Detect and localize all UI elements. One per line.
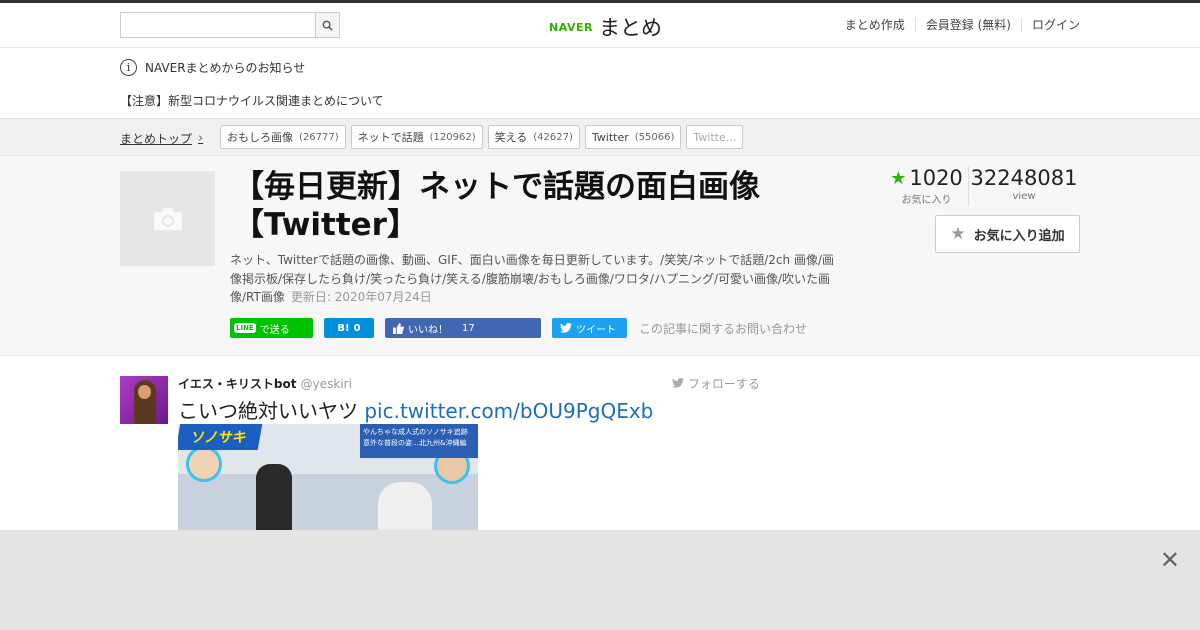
star-outline-icon: ★ xyxy=(950,224,966,244)
article-thumbnail xyxy=(120,171,215,266)
article-header: 【毎日更新】ネットで話題の面白画像【Twitter】 ネット、Twitterで話… xyxy=(0,156,1200,356)
image-inset-left xyxy=(186,446,222,482)
search-icon xyxy=(322,20,333,31)
hatena-count: 0 xyxy=(353,322,361,334)
hatena-icon: B! xyxy=(337,322,350,334)
updated-date: 更新日: 2020年07月24日 xyxy=(290,290,432,304)
info-icon: i xyxy=(120,59,137,76)
site-logo[interactable]: NAVER まとめ xyxy=(549,12,662,42)
tag-label: Twitte... xyxy=(693,130,737,144)
breadcrumb-top-link[interactable]: まとめトップ › xyxy=(120,130,203,147)
facebook-like-count: 17 xyxy=(462,322,475,334)
notice-heading: i NAVERまとめからのお知らせ xyxy=(120,59,305,76)
tag-label: ネットで話題 xyxy=(357,131,424,144)
tag-label: Twitter xyxy=(591,130,629,144)
notice-area: i NAVERまとめからのお知らせ 【注意】新型コロナウイルス関連まとめについて xyxy=(0,48,1200,118)
twitter-bird-icon xyxy=(560,323,572,333)
logo-name: まとめ xyxy=(598,16,662,40)
add-favorite-button[interactable]: ★ お気に入り追加 xyxy=(935,215,1080,253)
image-caption: やんちゃな成人式のソノサキ追跡 意外な普段の姿…北九州&沖縄編 xyxy=(360,424,478,458)
tweet-label: ツイート xyxy=(576,324,616,336)
tweet-image-link[interactable]: pic.twitter.com/bOU9PgQExb xyxy=(364,399,653,423)
line-share-button[interactable]: LINE で送る xyxy=(230,318,313,338)
tag-count: (120962) xyxy=(429,131,476,143)
tweet-author[interactable]: イエス・キリストbot @yeskiri xyxy=(178,375,352,392)
register-link[interactable]: 会員登録 (無料) xyxy=(914,18,1021,32)
add-favorite-label: お気に入り追加 xyxy=(973,228,1065,244)
tag-count: (42627) xyxy=(533,131,573,143)
embedded-tweet: イエス・キリストbot @yeskiri フォローする こいつ絶対いいヤツ pi… xyxy=(0,356,1200,531)
tag-count: (26777) xyxy=(299,131,339,143)
create-matome-link[interactable]: まとめ作成 xyxy=(835,18,915,32)
tag-item[interactable]: ネットで話題 (120962) xyxy=(350,125,483,149)
follow-label: フォローする xyxy=(687,377,760,391)
contact-link[interactable]: この記事に関するお問い合わせ xyxy=(639,320,807,337)
image-person-left xyxy=(256,464,292,531)
close-icon[interactable]: ✕ xyxy=(1160,548,1180,572)
tag-label: おもしろ画像 xyxy=(227,131,293,144)
tag-label: 笑える xyxy=(494,131,528,144)
twitter-bird-icon xyxy=(672,377,684,388)
logo-brand: NAVER xyxy=(549,20,593,34)
breadcrumb: まとめトップ › おもしろ画像 (26777) ネットで話題 (120962) 笑え… xyxy=(0,118,1200,156)
tag-item[interactable]: 笑える (42627) xyxy=(487,125,580,149)
chevron-right-icon: › xyxy=(198,131,204,146)
tweet-author-handle: @yeskiri xyxy=(300,377,352,391)
tag-item[interactable]: Twitter (55066) xyxy=(584,125,682,149)
notice-title: NAVERまとめからのお知らせ xyxy=(145,61,306,75)
favorites-count: 1020 xyxy=(909,166,963,190)
views-count: 32248081 xyxy=(970,166,1078,190)
search-input[interactable] xyxy=(120,12,316,38)
avatar[interactable] xyxy=(120,376,168,424)
share-bar: LINE で送る B! 0 いいね！ 17 ツイート この記事に関するお問い合わせ xyxy=(230,318,807,338)
favorites-label: お気に入り xyxy=(901,195,952,206)
line-icon: LINE xyxy=(234,323,256,333)
search-button[interactable] xyxy=(315,12,340,38)
star-icon: ★ xyxy=(890,167,907,189)
avatar-face xyxy=(138,385,151,399)
ad-overlay: ✕ xyxy=(0,530,1200,630)
tag-list: おもしろ画像 (26777) ネットで話題 (120962) 笑える (42627) … xyxy=(220,125,744,149)
facebook-like-label: いいね！ xyxy=(408,324,448,336)
facebook-like-button[interactable]: いいね！ 17 xyxy=(385,318,541,338)
follow-button[interactable]: フォローする xyxy=(672,375,760,392)
image-telop: ソノサキ xyxy=(178,424,263,450)
tweet-image[interactable]: ソノサキ やんちゃな成人式のソノサキ追跡 意外な普段の姿…北九州&沖縄編 xyxy=(178,424,478,531)
tweet-body: こいつ絶対いいヤツ xyxy=(178,399,358,423)
site-header: NAVER まとめ まとめ作成 会員登録 (無料) ログイン xyxy=(0,3,1200,48)
article-title: 【毎日更新】ネットで話題の面白画像【Twitter】 xyxy=(233,169,760,243)
tweet-button[interactable]: ツイート xyxy=(552,318,627,338)
search-box xyxy=(120,12,340,38)
tag-count: (55066) xyxy=(634,131,675,143)
views-stat: 32248081 view xyxy=(969,166,1079,206)
camera-icon xyxy=(153,207,182,230)
thumbs-up-icon xyxy=(393,322,404,334)
login-link[interactable]: ログイン xyxy=(1020,18,1080,32)
article-description: ネット、Twitterで話題の画像、動画、GIF、面白い画像を毎日更新しています… xyxy=(230,251,845,307)
breadcrumb-top-label: まとめトップ xyxy=(120,132,193,146)
image-person-right xyxy=(378,482,432,531)
hatena-bookmark-button[interactable]: B! 0 xyxy=(324,318,374,338)
tweet-text: こいつ絶対いいヤツ pic.twitter.com/bOU9PgQExb xyxy=(178,395,653,424)
notice-item-link[interactable]: 【注意】新型コロナウイルス関連まとめについて xyxy=(120,92,384,109)
tag-item[interactable]: Twitte... xyxy=(686,125,744,149)
views-label: view xyxy=(1012,191,1036,202)
article-stats: ★ 1020 お気に入り 32248081 view xyxy=(885,166,1079,206)
favorites-stat: ★ 1020 お気に入り xyxy=(885,166,969,206)
header-links: まとめ作成 会員登録 (無料) ログイン xyxy=(835,18,1080,32)
line-label: で送る xyxy=(259,324,290,336)
tag-item[interactable]: おもしろ画像 (26777) xyxy=(220,125,346,149)
tweet-author-name: イエス・キリストbot xyxy=(178,377,297,391)
